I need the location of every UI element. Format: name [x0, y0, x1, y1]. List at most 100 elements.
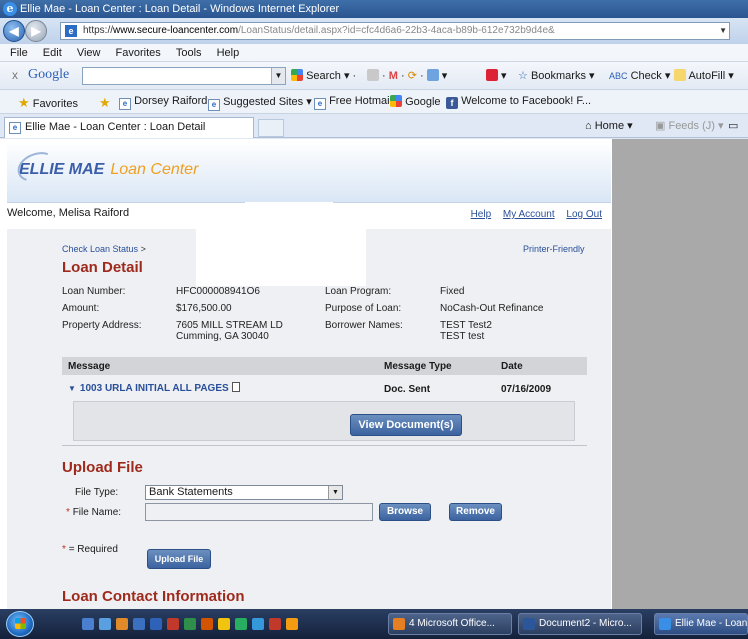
favorite-link-hotmail[interactable]: e Free Hotmail: [314, 95, 392, 110]
share-button[interactable]: ▾: [486, 69, 507, 82]
file-name-input[interactable]: [145, 503, 373, 521]
tab-loan-detail[interactable]: e Ellie Mae - Loan Center : Loan Detail: [4, 117, 254, 138]
new-tab-button[interactable]: [258, 119, 284, 137]
quicklaunch-icon[interactable]: [167, 618, 179, 630]
taskbar-button-word[interactable]: Document2 - Micro...: [518, 613, 642, 635]
favorite-link-dorsey[interactable]: e Dorsey Raiford: [119, 95, 207, 110]
favorite-label: Welcome to Facebook! F...: [461, 95, 592, 107]
page-icon: e: [9, 122, 21, 134]
quicklaunch-icon[interactable]: [235, 618, 247, 630]
close-toolbar-icon[interactable]: x: [12, 68, 18, 82]
chevron-down-icon[interactable]: ▼: [328, 486, 342, 499]
google-search-button[interactable]: Search ▾ ·: [291, 69, 356, 82]
amount-label: Amount:: [62, 303, 100, 314]
window-title: Ellie Mae - Loan Center : Loan Detail - …: [20, 3, 340, 15]
quicklaunch-icon[interactable]: [269, 618, 281, 630]
print-button[interactable]: ▭: [728, 119, 738, 132]
share-icon: [486, 69, 498, 81]
page-icon: e: [65, 25, 77, 37]
bookmarks-label: Bookmarks: [530, 70, 586, 82]
file-type-value: Bank Statements: [149, 486, 233, 498]
purpose-label: Purpose of Loan:: [325, 303, 402, 314]
help-link[interactable]: Help: [471, 209, 492, 220]
menu-favorites[interactable]: Favorites: [110, 44, 167, 62]
favorites-bar: ★ Favorites ★ e Dorsey Raiford e Suggest…: [0, 90, 748, 114]
loan-program-value: Fixed: [440, 286, 465, 297]
logo-swoosh-icon: [13, 147, 61, 187]
col-message: Message: [68, 361, 111, 372]
taskbar-button-ie[interactable]: Ellie Mae - Loan...: [654, 613, 748, 635]
tab-label: Ellie Mae - Loan Center : Loan Detail: [25, 121, 206, 133]
quicklaunch-icon[interactable]: [116, 618, 128, 630]
home-button[interactable]: ⌂ Home ▾: [585, 119, 633, 132]
table-row: ▼ 1003 URLA INITIAL ALL PAGES Doc. Sent 0…: [62, 377, 587, 399]
empty-side-area: [612, 139, 748, 609]
log-out-link[interactable]: Log Out: [566, 209, 602, 220]
file-type-select[interactable]: Bank Statements ▼: [145, 485, 343, 500]
quicklaunch-icon[interactable]: [218, 618, 230, 630]
google-logo: Google: [28, 67, 70, 82]
bookmarks-button[interactable]: ☆ Bookmarks ▾: [518, 69, 595, 82]
redaction-box: [245, 202, 333, 230]
toolbar-icons-group[interactable]: · M · ⟳ · ▾: [367, 69, 447, 82]
quicklaunch-icon[interactable]: [184, 618, 196, 630]
view-documents-button[interactable]: View Document(s): [350, 414, 462, 436]
add-favorite-button[interactable]: ★: [99, 95, 111, 111]
required-note-text: = Required: [68, 544, 118, 555]
address-path: /LoanStatus/detail.aspx?id=cfc4d6a6-22b3…: [238, 25, 555, 36]
breadcrumb-separator: >: [140, 244, 146, 254]
back-button[interactable]: ◀: [3, 20, 25, 42]
google-icon: [390, 95, 402, 107]
chevron-down-icon[interactable]: ▼: [271, 68, 285, 84]
page-icon: e: [314, 98, 326, 110]
google-search-input[interactable]: ▼: [82, 67, 286, 85]
message-title: 1003 URLA INITIAL ALL PAGES: [79, 383, 229, 394]
printer-friendly-link[interactable]: Printer-Friendly: [523, 244, 585, 254]
navigation-bar: ◀ ▶ e https://www.secure-loancenter.com/…: [0, 18, 748, 44]
menu-help[interactable]: Help: [211, 44, 246, 62]
task-label: 4 Microsoft Office...: [409, 618, 495, 629]
quicklaunch-icon[interactable]: [286, 618, 298, 630]
windows-logo-icon: [15, 618, 26, 629]
quicklaunch-icon[interactable]: [99, 618, 111, 630]
remove-button[interactable]: Remove: [449, 503, 502, 521]
settings-icon: [367, 69, 379, 81]
forward-button[interactable]: ▶: [25, 20, 47, 42]
message-type: Doc. Sent: [384, 384, 431, 395]
start-button[interactable]: [6, 611, 34, 637]
breadcrumb[interactable]: Check Loan Status >: [62, 244, 146, 254]
favorite-link-facebook[interactable]: f Welcome to Facebook! F...: [446, 95, 591, 109]
address-protocol: https://: [83, 25, 114, 36]
favorite-link-google[interactable]: Google: [390, 95, 441, 108]
favorite-link-suggested[interactable]: e Suggested Sites ▾: [208, 95, 312, 111]
address-dropdown-icon[interactable]: ▼: [719, 23, 727, 39]
property-address-line1: 7605 MILL STREAM LD: [176, 320, 283, 331]
favorites-label: Favorites: [32, 98, 78, 110]
taskbar-button-office[interactable]: 4 Microsoft Office...: [388, 613, 512, 635]
feeds-button[interactable]: ▣ Feeds (J) ▾: [655, 119, 724, 132]
message-link[interactable]: ▼ 1003 URLA INITIAL ALL PAGES: [68, 382, 240, 394]
expand-triangle-icon[interactable]: ▼: [68, 384, 76, 393]
favorites-button[interactable]: ★ Favorites: [18, 95, 78, 111]
internet-explorer-icon: [659, 618, 671, 630]
quicklaunch-icon[interactable]: [133, 618, 145, 630]
my-account-link[interactable]: My Account: [503, 209, 555, 220]
quicklaunch-icon[interactable]: [201, 618, 213, 630]
document-panel: [73, 401, 575, 441]
autofill-button[interactable]: AutoFill ▾: [674, 69, 734, 82]
spellcheck-button[interactable]: ABC Check ▾: [609, 69, 670, 82]
menu-tools[interactable]: Tools: [170, 44, 208, 62]
quicklaunch-icon[interactable]: [252, 618, 264, 630]
quicklaunch-icon[interactable]: [150, 618, 162, 630]
menu-file[interactable]: File: [0, 44, 34, 62]
menu-edit[interactable]: Edit: [37, 44, 68, 62]
required-asterisk: *: [62, 544, 66, 555]
browse-button[interactable]: Browse: [379, 503, 431, 521]
favorite-label: Free Hotmail: [329, 95, 393, 107]
ellie-mae-logo: ELLIE MAE Loan Center: [13, 147, 198, 187]
menu-view[interactable]: View: [71, 44, 107, 62]
address-bar[interactable]: e https://www.secure-loancenter.com/Loan…: [60, 22, 730, 40]
amount-value: $176,500.00: [176, 303, 232, 314]
upload-file-button[interactable]: Upload File: [147, 549, 211, 569]
quicklaunch-icon[interactable]: [82, 618, 94, 630]
